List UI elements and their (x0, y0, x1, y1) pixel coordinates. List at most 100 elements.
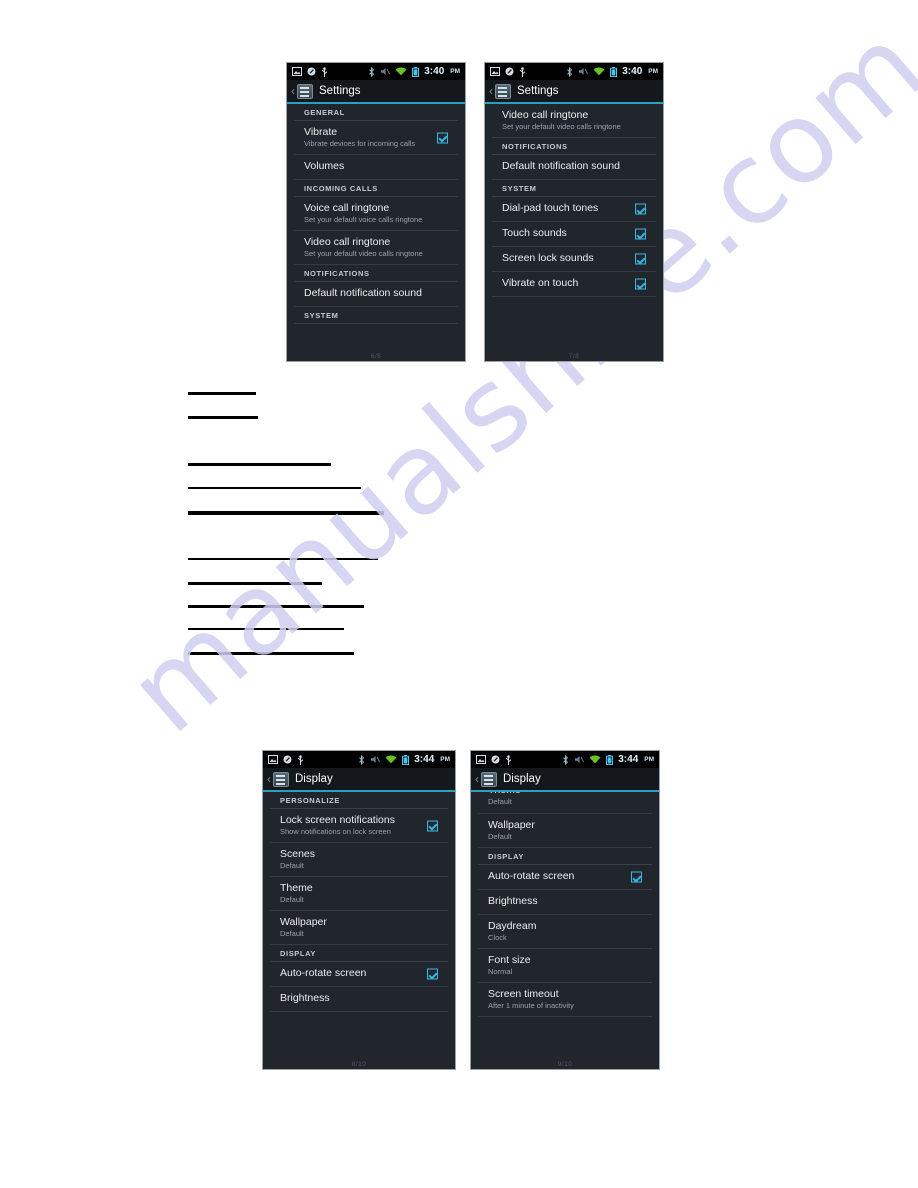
list-item[interactable]: Dial-pad touch tones (492, 197, 656, 222)
wifi-icon (593, 67, 605, 76)
list-item[interactable]: Voice call ringtone Set your default voic… (294, 197, 458, 231)
list-item-summary: Vibrate devices for incoming calls (304, 139, 416, 148)
back-chevron-icon[interactable]: ‹ (475, 773, 479, 785)
list-item-title: Wallpaper (488, 819, 535, 831)
list-item[interactable]: Lock screen notifications Show notificati… (270, 809, 448, 843)
phone-screenshot-display-settings-part2: 3:44PM ‹ Display ThemeDefaultWallpaperDefau… (470, 750, 660, 1070)
back-chevron-icon[interactable]: ‹ (267, 773, 271, 785)
list-item[interactable]: Brightness (270, 987, 448, 1012)
usb-icon (297, 754, 304, 765)
battery-icon (610, 66, 618, 77)
list-item-title: Vibrate (304, 126, 338, 138)
list-item[interactable]: Daydream Clock (478, 915, 652, 949)
list-item-title: Auto-rotate screen (280, 967, 367, 979)
screenshot-icon (476, 755, 486, 764)
list-section-header: GENERAL (294, 104, 458, 121)
list-item[interactable]: Video call ringtone Set your default vide… (294, 231, 458, 265)
list-item[interactable]: Vibrate on touch (492, 272, 656, 297)
page-indicator: 7/8 (568, 353, 580, 360)
list-item[interactable]: Font size Normal (478, 949, 652, 983)
status-bar-ampm: PM (440, 756, 450, 763)
action-bar: ‹ Settings (287, 80, 465, 104)
settings-list[interactable]: PERSONALIZE Lock screen notifications Show… (263, 792, 455, 1069)
list-item-summary: Set your default voice calls ringtone (304, 215, 423, 224)
list-item-title: Voice call ringtone (304, 202, 390, 214)
list-item[interactable]: Auto-rotate screen (270, 962, 448, 987)
status-bar-right-icons: 3:44 PM (358, 754, 450, 765)
list-item[interactable]: Volumes (294, 155, 458, 180)
page-indicator: 9/10 (557, 1061, 573, 1068)
list-section-header: DISPLAY (478, 848, 652, 865)
list-item[interactable]: Auto-rotate screen (478, 865, 652, 890)
status-bar-right-icons: 3:44 PM (562, 754, 654, 765)
bluetooth-icon (563, 754, 569, 765)
status-bar-left-icons (476, 754, 512, 765)
status-bar-left-icons (268, 754, 304, 765)
checkbox-checked[interactable] (635, 278, 646, 290)
list-item[interactable]: Scenes Default (270, 843, 448, 877)
back-chevron-icon[interactable]: ‹ (291, 85, 295, 97)
status-bar: 3:44 PM (263, 751, 455, 768)
settings-list[interactable]: GENERAL Vibrate Vibrate devices for incomi… (287, 104, 465, 361)
list-item[interactable]: Default notification sound (294, 282, 458, 307)
music-icon (491, 755, 500, 764)
list-item[interactable]: Video call ringtone Set your default vide… (492, 104, 656, 138)
status-bar: 3:40 PM (287, 63, 465, 80)
redacted-line (188, 582, 322, 585)
vibrate-icon (381, 68, 391, 75)
list-item[interactable]: Wallpaper Default (478, 814, 652, 848)
list-item-title: Daydream (488, 920, 537, 932)
list-item[interactable]: Wallpaper Default (270, 911, 448, 945)
list-item[interactable]: Screen timeout After 1 minute of inactivi… (478, 983, 652, 1017)
status-bar-clock: 3:44 (414, 754, 435, 765)
settings-list[interactable]: Video call ringtone Set your default vide… (485, 104, 663, 361)
list-item-title: Touch sounds (502, 227, 567, 239)
list-item-title: Vibrate on touch (502, 277, 579, 289)
settings-list[interactable]: ThemeDefaultWallpaperDefaultDISPLAY Auto-… (471, 792, 659, 1069)
list-item-title: Auto-rotate screen (488, 870, 575, 882)
bluetooth-icon (369, 66, 375, 77)
list-item-title: Default notification sound (304, 287, 422, 299)
list-item-title: Theme (280, 882, 313, 894)
bluetooth-icon (567, 66, 573, 77)
checkbox-checked[interactable] (631, 871, 642, 883)
status-bar-ampm: PM (648, 68, 658, 75)
list-item[interactable]: ThemeDefault (478, 792, 652, 814)
status-bar-clock: 3:40 (622, 66, 643, 77)
list-item[interactable]: Default notification sound (492, 155, 656, 180)
list-section-header: NOTIFICATIONS (294, 265, 458, 282)
list-item-summary: Default (280, 929, 304, 938)
list-section-header: DISPLAY (270, 945, 448, 962)
checkbox-checked[interactable] (635, 228, 646, 240)
redacted-line (188, 511, 384, 515)
list-item-summary: After 1 minute of inactivity (488, 1001, 574, 1010)
checkbox-checked[interactable] (635, 203, 646, 215)
list-item-summary: Show notifications on lock screen (280, 827, 391, 836)
checkbox-checked[interactable] (427, 820, 438, 831)
list-item-title: Video call ringtone (304, 236, 391, 248)
checkbox-checked[interactable] (635, 253, 646, 265)
list-item-summary: Clock (488, 933, 507, 942)
battery-icon (402, 754, 410, 765)
settings-app-icon (495, 83, 511, 99)
vibrate-icon (371, 756, 381, 763)
status-bar-clock: 3:40 (424, 66, 445, 77)
list-item[interactable]: ThemeDefault (270, 877, 448, 911)
list-item[interactable]: Brightness (478, 890, 652, 915)
checkbox-checked[interactable] (427, 968, 438, 980)
list-item[interactable]: Vibrate Vibrate devices for incoming call… (294, 121, 458, 155)
redacted-line (188, 487, 361, 489)
list-item[interactable]: Touch sounds (492, 222, 656, 247)
status-bar-ampm: PM (450, 68, 460, 75)
list-item-title: Brightness (488, 895, 538, 907)
back-chevron-icon[interactable]: ‹ (489, 85, 493, 97)
redacted-line (188, 463, 331, 466)
list-section-header: PERSONALIZE (270, 792, 448, 809)
list-item-title: Screen lock sounds (502, 252, 594, 264)
checkbox-checked[interactable] (437, 132, 448, 143)
settings-app-icon (481, 771, 497, 787)
action-bar-title: Display (503, 773, 541, 785)
usb-icon (519, 66, 526, 77)
list-item[interactable]: Screen lock sounds (492, 247, 656, 272)
bluetooth-icon (359, 754, 365, 765)
